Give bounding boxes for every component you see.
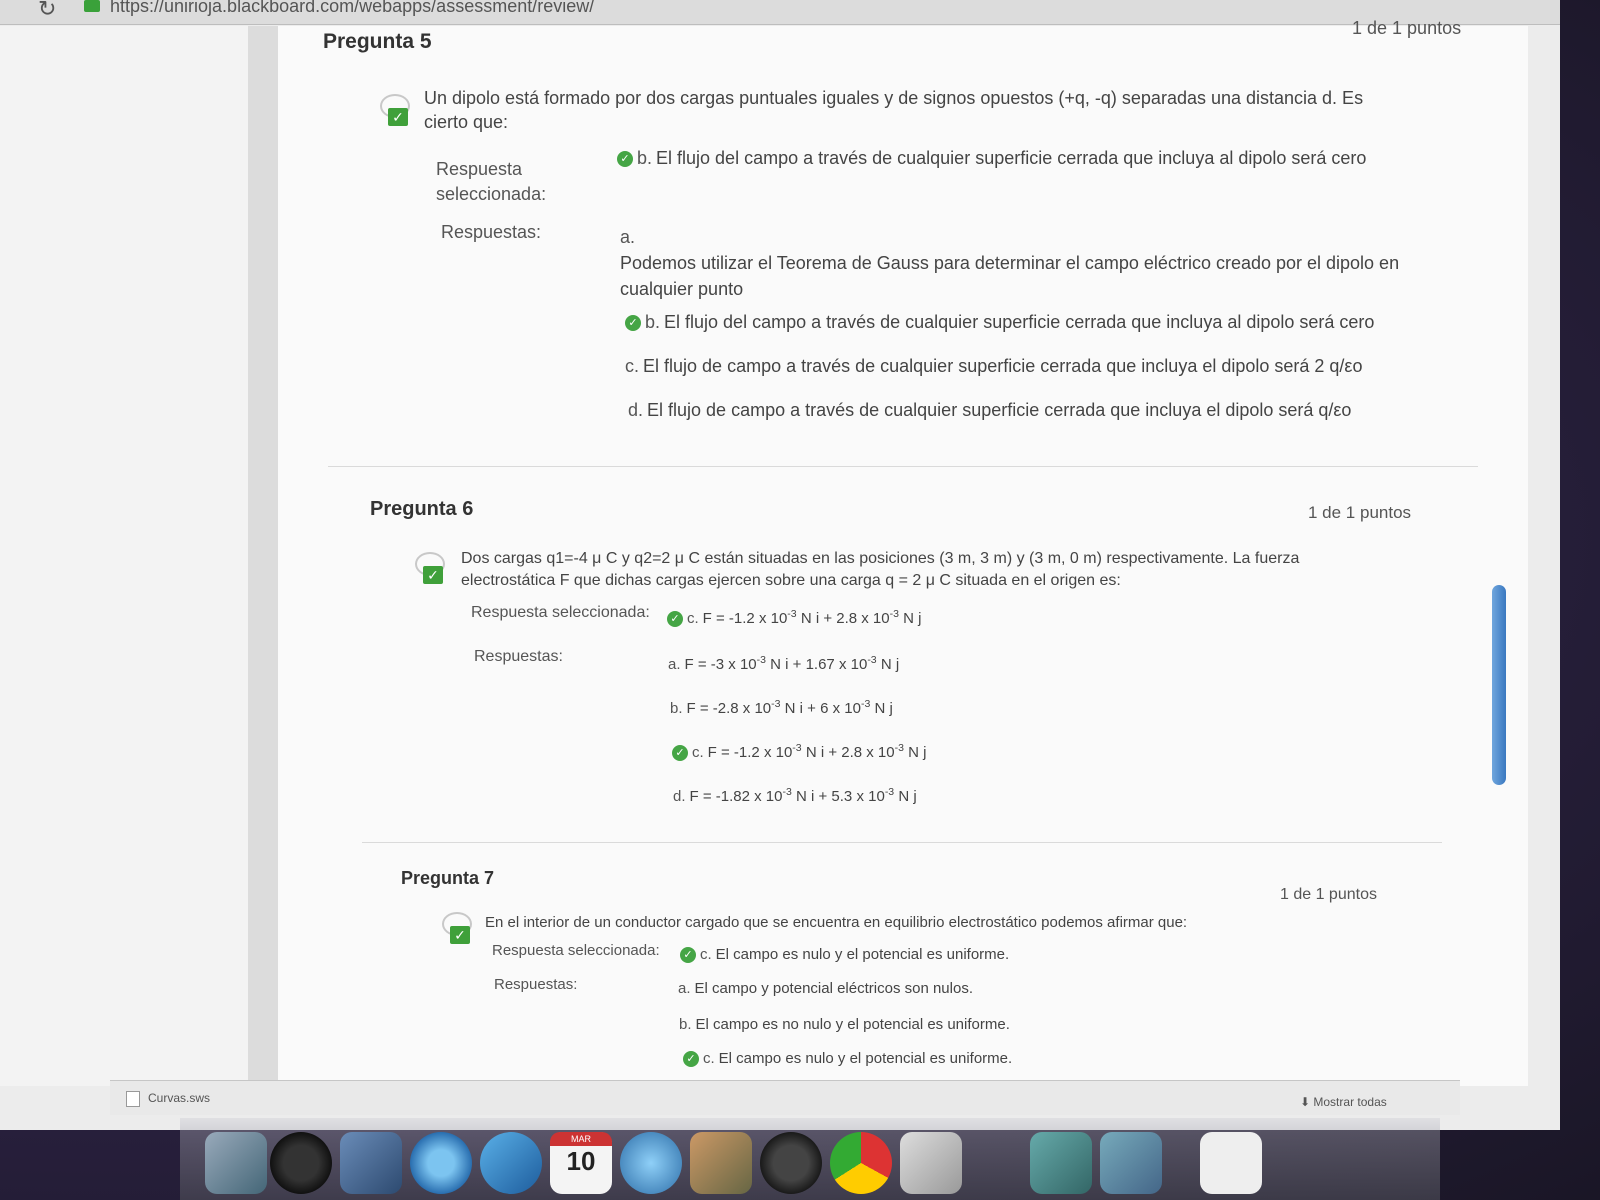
answer-option-a: a. Podemos utilizar el Teorema de Gauss … bbox=[620, 227, 1400, 300]
browser-window: ↻ https://unirioja.blackboard.com/webapp… bbox=[0, 0, 1560, 1130]
question-7-points: 1 de 1 puntos bbox=[1280, 886, 1377, 903]
question-5-stem-cont: cierto que: bbox=[424, 112, 509, 133]
question-5-points: 1 de 1 puntos bbox=[1352, 18, 1462, 38]
answer-option-d: d. El flujo de campo a través de cualquie… bbox=[628, 400, 1352, 420]
sidebar-gutter bbox=[248, 26, 278, 1086]
check-icon: ✓ bbox=[667, 611, 683, 628]
calendar-icon[interactable]: MAR 10 bbox=[550, 1132, 612, 1194]
question-6-stem-cont: electrostática F que dichas cargas ejerc… bbox=[461, 572, 1121, 590]
answer-option-c: ✓ c. El campo es nulo y el potencial es un… bbox=[683, 1050, 1012, 1068]
question-6-stem: Dos cargas q1=-4 μ C y q2=2 μ C están si… bbox=[461, 550, 1300, 567]
mail-icon[interactable] bbox=[340, 1132, 402, 1194]
selected-answer-label: Respuesta bbox=[436, 159, 523, 179]
folder-icon[interactable] bbox=[1100, 1132, 1162, 1194]
answer-option-c: c. El flujo de campo a través de cualquie… bbox=[625, 356, 1363, 376]
itunes-icon[interactable] bbox=[620, 1132, 682, 1194]
vertical-scrollbar[interactable] bbox=[1492, 585, 1506, 785]
url-text[interactable]: https://unirioja.blackboard.com/webapps/… bbox=[110, 0, 594, 17]
answer-option-b: ✓ b. El flujo del campo a través de cualqu… bbox=[625, 312, 1374, 333]
correct-icon: ✓ bbox=[415, 552, 447, 584]
show-all-downloads-button[interactable]: ⬇ Mostrar todas bbox=[1300, 1095, 1387, 1109]
file-icon bbox=[126, 1091, 140, 1107]
answer-option-d: d. F = -1.82 x 10-3 N i + 5.3 x 10-3 N j bbox=[673, 786, 917, 805]
correct-icon: ✓ bbox=[442, 912, 474, 944]
answer-option-a: a. F = -3 x 10-3 N i + 1.67 x 10-3 N j bbox=[668, 654, 900, 673]
selected-answer-label-cont: seleccionada: bbox=[436, 184, 547, 205]
check-icon: ✓ bbox=[617, 151, 633, 168]
document-icon[interactable] bbox=[1200, 1132, 1262, 1194]
address-bar[interactable]: ↻ https://unirioja.blackboard.com/webapp… bbox=[0, 0, 1560, 25]
facetime-icon[interactable] bbox=[480, 1132, 542, 1194]
question-7-stem: En el interior de un conductor cargado q… bbox=[485, 914, 1188, 931]
dashboard-icon[interactable] bbox=[270, 1132, 332, 1194]
selected-answer: ✓ b. El flujo del campo a través de cualqu… bbox=[617, 148, 1366, 169]
selected-answer: ✓ c. F = -1.2 x 10-3 N i + 2.8 x 10-3 N j bbox=[667, 608, 921, 628]
question-5-title: Pregunta 5 bbox=[323, 30, 432, 53]
finder-icon[interactable] bbox=[205, 1132, 267, 1194]
answers-label: Respuestas: bbox=[441, 222, 542, 242]
correct-icon: ✓ bbox=[380, 94, 412, 126]
check-icon: ✓ bbox=[672, 745, 688, 762]
check-icon: ✓ bbox=[680, 947, 696, 964]
lock-icon bbox=[84, 0, 100, 12]
check-icon: ✓ bbox=[625, 315, 641, 332]
folder-icon[interactable] bbox=[1030, 1132, 1092, 1194]
chrome-icon[interactable] bbox=[830, 1132, 892, 1194]
calendar-day: 10 bbox=[566, 1146, 596, 1176]
answer-option-c: ✓ c. F = -1.2 x 10-3 N i + 2.8 x 10-3 N j bbox=[672, 742, 926, 762]
selected-answer: ✓ c. El campo es nulo y el potencial es un… bbox=[680, 946, 1009, 964]
answers-label: Respuestas: bbox=[494, 976, 578, 993]
answer-option-b: b. El campo es no nulo y el potencial es … bbox=[679, 1016, 1010, 1033]
calendar-month: MAR bbox=[550, 1132, 612, 1146]
download-item[interactable]: Curvas.sws bbox=[126, 1091, 210, 1107]
selected-answer-label: Respuesta seleccionada: bbox=[492, 942, 660, 959]
question-6-title: Pregunta 6 bbox=[370, 498, 474, 520]
question-divider bbox=[362, 842, 1442, 843]
question-6-points: 1 de 1 puntos bbox=[1308, 503, 1412, 522]
question-7-title: Pregunta 7 bbox=[401, 868, 495, 888]
selected-answer-label: Respuesta seleccionada: bbox=[471, 604, 650, 621]
answer-option-a: a. El campo y potencial eléctricos son nu… bbox=[678, 980, 973, 997]
time-machine-icon[interactable] bbox=[760, 1132, 822, 1194]
photos-icon[interactable] bbox=[690, 1132, 752, 1194]
download-bar: Curvas.sws ⬇ Mostrar todas bbox=[110, 1080, 1460, 1115]
left-sidebar bbox=[0, 26, 248, 1086]
answer-option-b: b. F = -2.8 x 10-3 N i + 6 x 10-3 N j bbox=[670, 698, 893, 717]
answers-label: Respuestas: bbox=[474, 648, 563, 665]
safari-icon[interactable] bbox=[410, 1132, 472, 1194]
preview-icon[interactable] bbox=[900, 1132, 962, 1194]
reload-icon[interactable]: ↻ bbox=[38, 0, 56, 22]
dock: MAR 10 bbox=[180, 1118, 1440, 1200]
question-divider bbox=[328, 466, 1478, 467]
check-icon: ✓ bbox=[683, 1051, 699, 1068]
question-5-stem: Un dipolo está formado por dos cargas pu… bbox=[424, 88, 1364, 108]
